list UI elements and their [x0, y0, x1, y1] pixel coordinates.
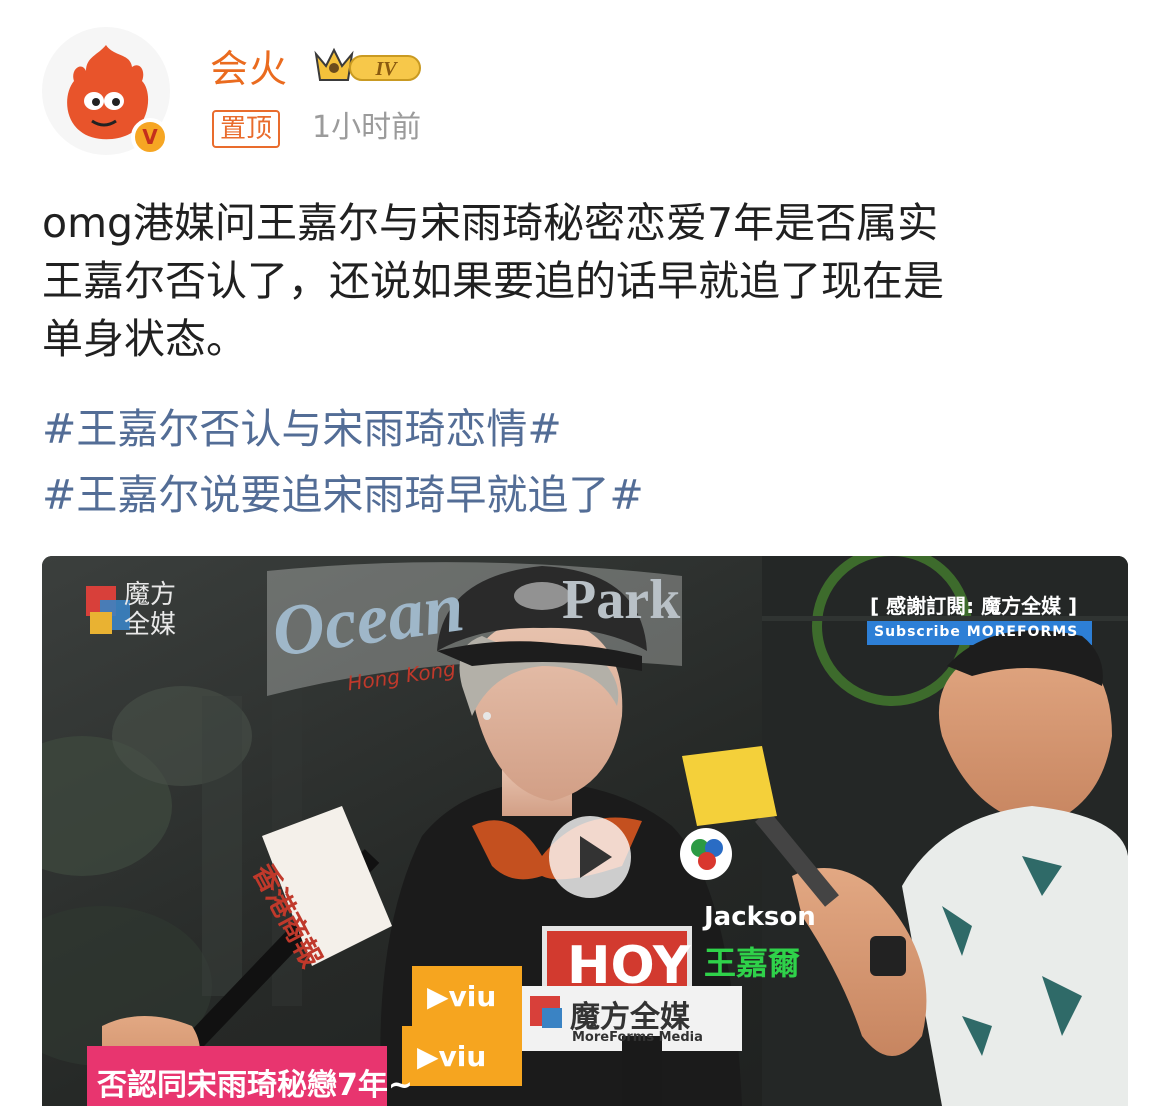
logo-line: 魔方 — [124, 580, 177, 610]
play-button[interactable] — [549, 816, 631, 898]
channel-logo: 魔方 全媒 — [124, 580, 176, 640]
username[interactable]: 会火 — [210, 38, 288, 93]
post-line: 王嘉尔否认了，还说如果要追的话早就追了现在是 — [42, 257, 944, 305]
viu-text: viu — [448, 980, 497, 1013]
mic-label-viutv: ▶viu — [417, 1040, 487, 1073]
pinned-tag: 置顶 — [212, 110, 281, 148]
subscribe-cn: [ 感謝訂閱: 魔方全媒 ] — [870, 594, 1078, 618]
video-caption: 否認同宋雨琦秘戀7年~ — [97, 1068, 414, 1103]
speaker-name-en: Jackson — [704, 902, 816, 932]
video-player[interactable]: 魔方 全媒 Ocean Park Hong Kong [ 感謝訂閱: 魔方全媒 … — [42, 556, 1128, 1106]
mic-label-hoy: HOY — [567, 936, 691, 996]
hashtag-link[interactable]: #王嘉尔说要追宋雨琦早就追了# — [42, 466, 644, 524]
member-level-badge[interactable]: IV — [312, 42, 428, 94]
subscribe-en: Subscribe MOREFORMS — [874, 624, 1079, 640]
mic-label-moreforms-en: MoreForms Media — [572, 1030, 703, 1045]
hashtag-link[interactable]: #王嘉尔否认与宋雨琦恋情# — [42, 400, 562, 458]
viutv-text: viu — [438, 1040, 487, 1073]
verified-badge-icon: V — [131, 118, 169, 156]
level-text: IV — [374, 58, 398, 80]
speaker-name-cn: 王嘉爾 — [704, 944, 801, 982]
subscribe-cn-text: 感謝訂閱: 魔方全媒 — [886, 594, 1062, 618]
post-text: omg港媒问王嘉尔与宋雨琦秘密恋爱7年是否属实 王嘉尔否认了，还说如果要追的话早… — [42, 194, 1132, 368]
post-line: omg港媒问王嘉尔与宋雨琦秘密恋爱7年是否属实 — [42, 199, 939, 247]
post-time: 1小时前 — [312, 110, 422, 145]
sign-park: Park — [562, 569, 681, 631]
logo-line: 全媒 — [124, 610, 177, 640]
mic-label-viu: ▶viu — [427, 980, 497, 1013]
post-line: 单身状态。 — [42, 315, 247, 363]
